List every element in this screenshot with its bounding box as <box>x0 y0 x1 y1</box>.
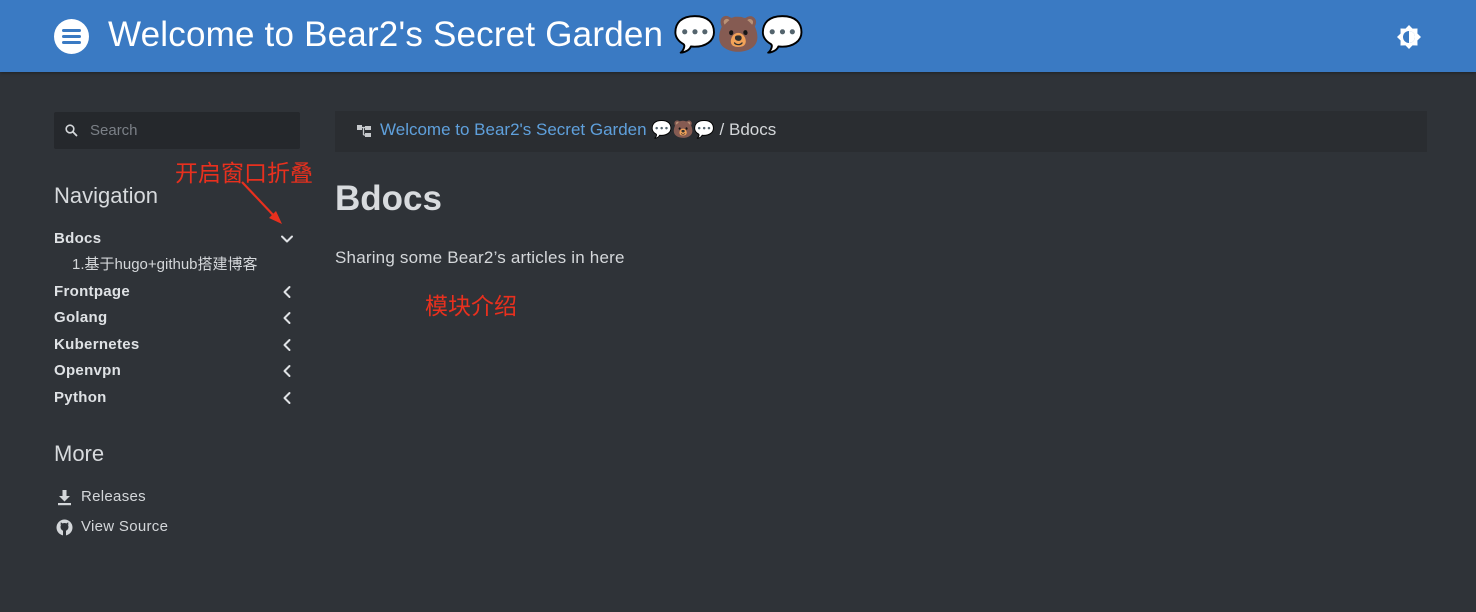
nav-item-label: Bdocs <box>54 230 102 247</box>
nav-subitem-hugo-blog[interactable]: 1.基于hugo+github搭建博客 <box>72 254 258 276</box>
navigation-heading: Navigation <box>54 183 158 208</box>
breadcrumb: Welcome to Bear2's Secret Garden 💬🐻💬 / B… <box>335 111 1427 152</box>
nav-item-label: Golang <box>54 309 108 326</box>
nav-item-label: Python <box>54 389 107 406</box>
brightness-icon[interactable] <box>1396 24 1422 50</box>
menu-icon[interactable] <box>54 19 89 54</box>
releases-label: Releases <box>81 488 146 505</box>
chevron-down-icon[interactable] <box>280 232 294 246</box>
site-title[interactable]: Welcome to Bear2's Secret Garden 💬🐻💬 <box>108 12 804 58</box>
breadcrumb-separator: / <box>719 120 725 139</box>
search-icon <box>65 124 78 137</box>
chevron-left-icon[interactable] <box>280 285 294 299</box>
nav-item-openvpn[interactable]: Openvpn <box>54 360 296 382</box>
chevron-left-icon[interactable] <box>280 338 294 352</box>
breadcrumb-current: Bdocs <box>728 120 777 139</box>
nav-item-bdocs[interactable]: Bdocs <box>54 228 296 250</box>
nav-item-label: Openvpn <box>54 362 122 379</box>
chevron-left-icon[interactable] <box>280 391 294 405</box>
breadcrumb-home-link[interactable]: Welcome to Bear2's Secret Garden 💬🐻💬 <box>380 120 715 139</box>
annotation-module-note: 模块介绍 <box>425 294 517 320</box>
chevron-left-icon[interactable] <box>280 364 294 378</box>
nav-item-kubernetes[interactable]: Kubernetes <box>54 334 296 356</box>
page-description: Sharing some Bear2’s articles in here <box>335 248 625 267</box>
view-source-label: View Source <box>81 518 169 535</box>
download-icon <box>58 490 71 506</box>
github-icon <box>56 519 73 536</box>
top-header: Welcome to Bear2's Secret Garden 💬🐻💬 <box>0 0 1476 72</box>
chevron-left-icon[interactable] <box>280 311 294 325</box>
search-input[interactable] <box>90 112 290 149</box>
more-heading: More <box>54 441 105 466</box>
nav-item-golang[interactable]: Golang <box>54 307 296 329</box>
nav-item-frontpage[interactable]: Frontpage <box>54 281 296 303</box>
search-box[interactable] <box>54 112 300 149</box>
nav-item-label: Kubernetes <box>54 336 140 353</box>
sitemap-icon <box>357 125 371 137</box>
nav-item-python[interactable]: Python <box>54 387 296 409</box>
annotation-arrow <box>241 181 282 224</box>
nav-item-label: Frontpage <box>54 283 131 300</box>
page-title: Bdocs <box>335 179 442 218</box>
